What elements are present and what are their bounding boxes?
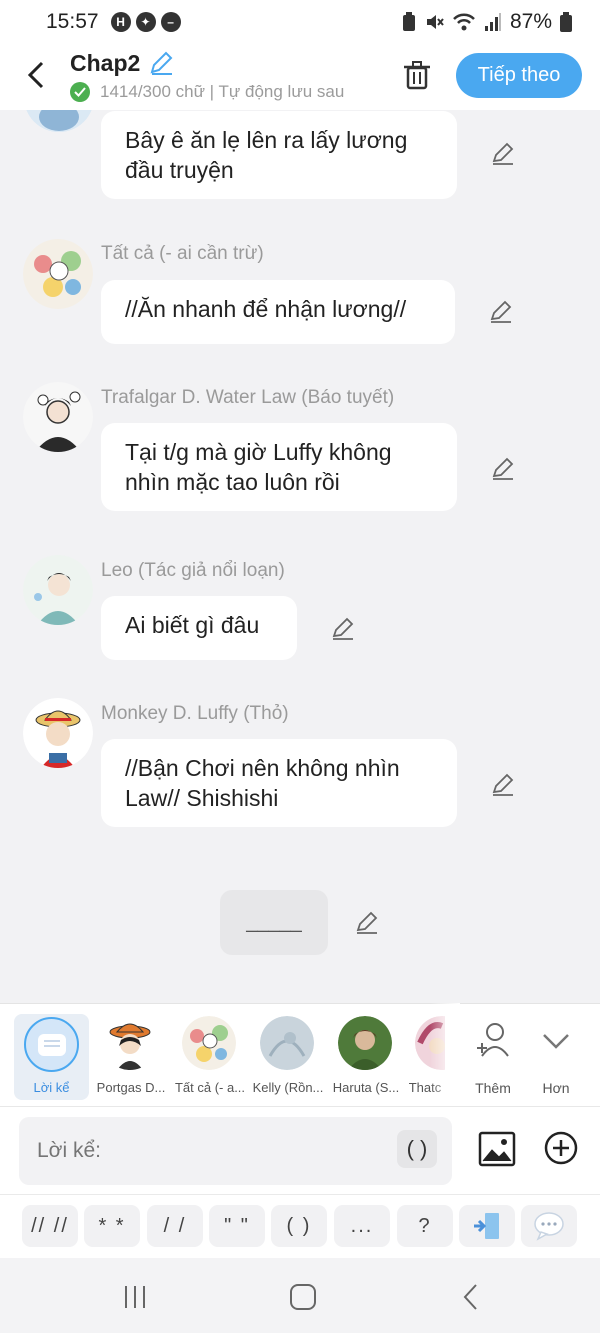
character-name: Leo (Tác giả nổi loạn) — [101, 560, 285, 581]
hotspot-icon: H — [110, 12, 131, 32]
message-bubble[interactable]: Ai biết gì đâu — [101, 596, 297, 660]
format-question-button[interactable]: ? — [397, 1205, 453, 1247]
image-icon[interactable] — [478, 1130, 516, 1168]
battery-percent: 87% — [509, 10, 552, 33]
trash-icon[interactable] — [400, 58, 434, 92]
avatar — [338, 1016, 392, 1070]
exit-door-button[interactable] — [459, 1205, 515, 1247]
status-bar: 15:57 H ✦ – 87% — [0, 0, 600, 44]
format-toolbar: // // * * / / " " ( ) ... ? — [0, 1194, 600, 1258]
character-name: Trafalgar D. Water Law (Báo tuyết) — [101, 387, 395, 408]
check-icon — [70, 82, 90, 102]
add-character-button[interactable]: Thêm — [463, 1018, 523, 1098]
character-portgas[interactable]: Portgas D... — [91, 1014, 171, 1100]
character-kelly[interactable]: Kelly (Rồn... — [248, 1014, 328, 1100]
message-bubble[interactable]: Tại t/g mà giờ Luffy không nhìn mặc tao … — [101, 423, 457, 511]
edit-pencil-icon[interactable] — [490, 772, 516, 798]
character-selector: Lời kể Portgas D... Tất cả (- a... Kelly… — [0, 1003, 600, 1106]
door-icon — [474, 1213, 499, 1239]
do-not-disturb-icon: – — [160, 12, 181, 32]
chevron-down-icon — [543, 1034, 569, 1049]
character-name: Tất cả (- ai cần trừ) — [101, 243, 264, 264]
speech-bubble-button[interactable] — [521, 1205, 577, 1247]
edit-pencil-icon[interactable] — [354, 910, 380, 936]
blank-narration-bubble[interactable]: _____ — [220, 890, 328, 955]
edit-pencil-icon[interactable] — [330, 616, 356, 642]
format-ellipsis-button[interactable]: ... — [334, 1205, 390, 1247]
battery-icon — [560, 12, 572, 32]
chapter-title[interactable]: Chap2 — [70, 50, 140, 77]
character-label: Lời kể — [33, 1080, 70, 1095]
avatar[interactable] — [23, 382, 93, 452]
chat-area[interactable]: Bây ê ăn lẹ lên ra lấy lương đầu truyện … — [0, 110, 600, 1003]
edit-pencil-icon[interactable] — [488, 299, 514, 325]
editor-header: Chap2 1414/300 chữ | Tự động lưu sau Tiế… — [0, 44, 600, 110]
format-quote-button[interactable]: " " — [209, 1205, 265, 1247]
character-label: Haruta (S... — [332, 1080, 400, 1095]
add-user-icon — [477, 1023, 509, 1057]
more-button[interactable]: Hơn — [526, 1018, 586, 1098]
format-thought-button[interactable]: // // — [22, 1205, 78, 1247]
narrator-chat-icon — [24, 1017, 79, 1072]
edit-title-pencil-icon[interactable] — [148, 50, 174, 76]
back-arrow-icon[interactable] — [22, 58, 50, 92]
character-narrator[interactable]: Lời kể — [14, 1014, 89, 1100]
wifi-icon — [453, 13, 475, 31]
character-haruta[interactable]: Haruta (S... — [326, 1014, 406, 1100]
avatar[interactable] — [23, 555, 93, 625]
character-all[interactable]: Tất cả (- a... — [170, 1014, 250, 1100]
back-nav-icon[interactable] — [456, 1282, 486, 1312]
speech-bubble-icon — [534, 1212, 564, 1241]
narration-input[interactable] — [19, 1117, 452, 1185]
more-label: Hơn — [542, 1080, 570, 1096]
recent-apps-icon[interactable] — [120, 1282, 150, 1312]
status-time: 15:57 — [46, 10, 99, 33]
app-notification-icon: ✦ — [135, 12, 156, 32]
insert-parentheses-button[interactable]: ( ) — [397, 1130, 437, 1168]
edit-pencil-icon[interactable] — [490, 141, 516, 167]
avatar — [260, 1016, 314, 1070]
scroll-fade — [430, 1003, 460, 1106]
home-icon[interactable] — [288, 1282, 318, 1312]
add-label: Thêm — [475, 1080, 511, 1096]
character-name: Monkey D. Luffy (Thỏ) — [101, 703, 289, 724]
signal-icon — [484, 13, 501, 31]
format-bold-button[interactable]: * * — [84, 1205, 140, 1247]
battery-saver-icon — [402, 12, 415, 31]
avatar — [103, 1016, 157, 1070]
word-count-status: 1414/300 chữ | Tự động lưu sau — [100, 82, 345, 101]
avatar — [182, 1016, 236, 1070]
mute-icon — [426, 15, 444, 29]
format-paren-button[interactable]: ( ) — [271, 1205, 327, 1247]
message-bubble[interactable]: //Ăn nhanh để nhận lương// — [101, 280, 455, 344]
format-italic-button[interactable]: / / — [147, 1205, 203, 1247]
next-button[interactable]: Tiếp theo — [456, 53, 582, 98]
avatar[interactable] — [23, 239, 93, 309]
message-bubble[interactable]: //Bận Chơi nên không nhìn Law// Shishish… — [101, 739, 457, 827]
edit-pencil-icon[interactable] — [490, 456, 516, 482]
avatar[interactable] — [24, 110, 94, 132]
avatar[interactable] — [23, 698, 93, 768]
message-bubble[interactable]: Bây ê ăn lẹ lên ra lấy lương đầu truyện — [101, 111, 457, 199]
add-circle-icon[interactable] — [543, 1130, 579, 1166]
save-status: 1414/300 chữ | Tự động lưu sau — [70, 82, 344, 102]
system-nav-bar — [0, 1258, 600, 1333]
